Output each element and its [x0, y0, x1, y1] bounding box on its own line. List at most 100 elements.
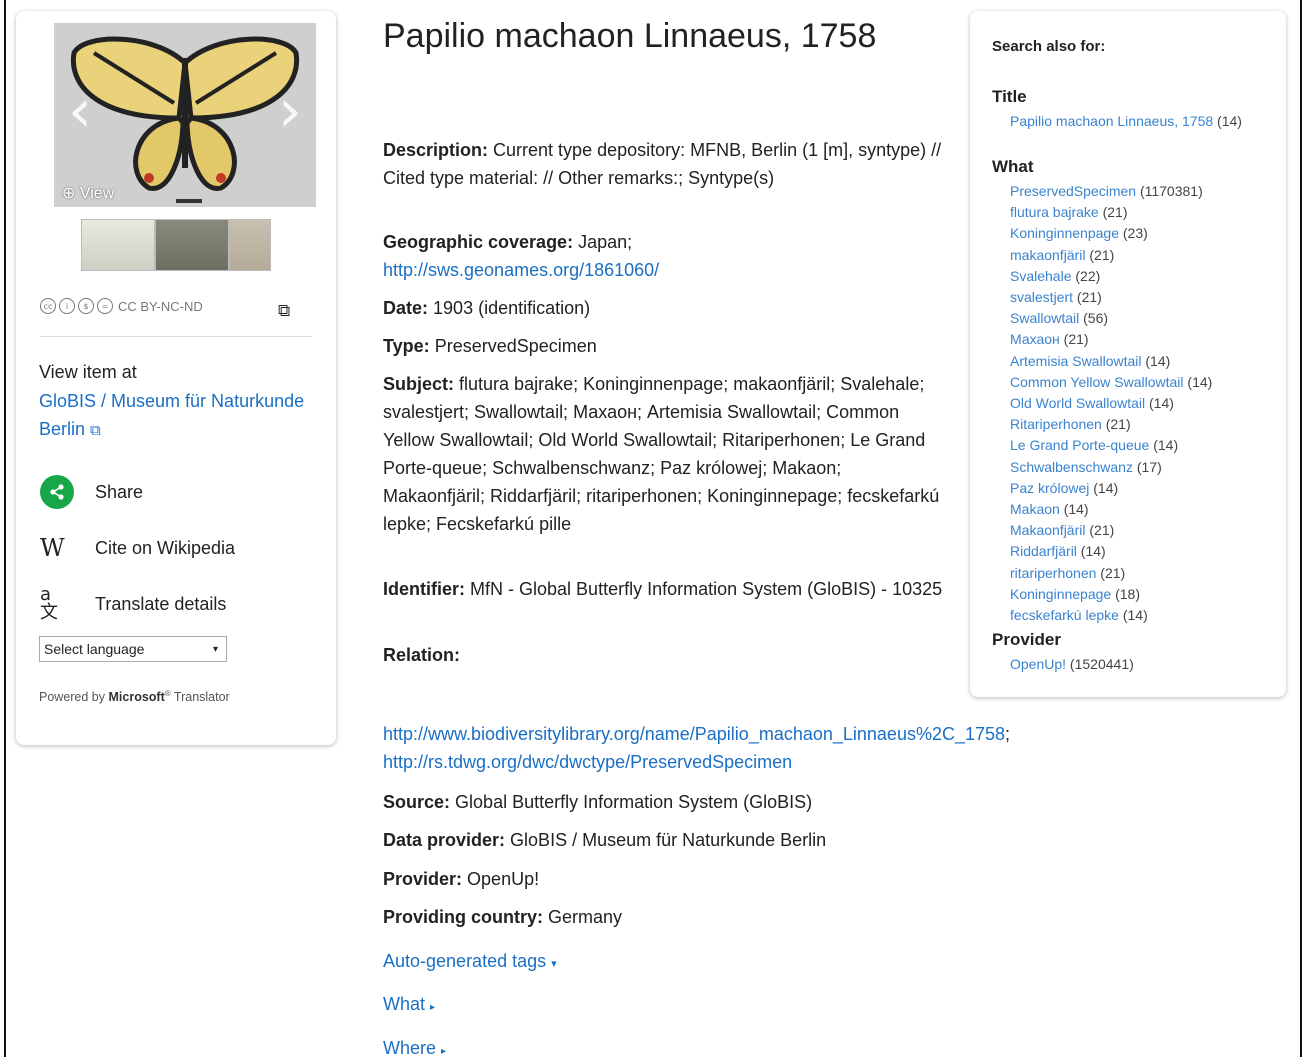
search-also-link[interactable]: Artemisia Swallowtail: [1010, 353, 1141, 369]
field-identifier: Identifier: MfN - Global Butterfly Infor…: [383, 575, 948, 603]
search-also-link[interactable]: ritariperhonen: [1010, 565, 1096, 581]
field-subject: Subject: flutura bajrake; Koninginnenpag…: [383, 370, 948, 538]
cite-label: Cite on Wikipedia: [95, 537, 236, 558]
external-link-icon[interactable]: ⧉: [278, 301, 290, 321]
translate-details-button[interactable]: a文 Translate details: [40, 586, 226, 622]
search-also-item: Common Yellow Swallowtail (14): [1010, 372, 1280, 393]
auto-tags-label: Auto-generated tags: [383, 951, 547, 971]
search-also-link[interactable]: Common Yellow Swallowtail: [1010, 374, 1184, 390]
search-also-count: (14): [1183, 373, 1213, 390]
provider-value: OpenUp!: [467, 869, 540, 889]
view-image-label[interactable]: ⊕ View: [62, 183, 114, 203]
date-label: Date:: [383, 298, 429, 318]
translate-label: Translate details: [95, 593, 227, 614]
relation-separator: ;: [1005, 724, 1011, 744]
search-also-count: (1170381): [1136, 183, 1203, 199]
geographic-value: Japan;: [578, 232, 633, 252]
search-also-item: Koninginnenpage (23): [1010, 223, 1280, 244]
search-also-item: flutura bajrake (21): [1010, 202, 1280, 223]
search-also-link[interactable]: Le Grand Porte-queue: [1010, 437, 1149, 453]
search-also-item: makaonfjäril (21): [1010, 245, 1280, 266]
search-also-link[interactable]: Makaonfjäril: [1010, 522, 1085, 538]
search-also-link[interactable]: Koninginnepage: [1010, 586, 1111, 602]
where-toggle[interactable]: Where ▸: [383, 1038, 446, 1059]
provider-label: Provider:: [383, 869, 463, 889]
search-also-item: Koninginnepage (18): [1010, 584, 1280, 605]
what-toggle-label: What: [383, 994, 426, 1014]
search-also-panel: Search also for: Title Papilio machaon L…: [970, 11, 1286, 697]
caret-right-icon: ▸: [430, 1002, 436, 1013]
search-also-item: Svalehale (22): [1010, 266, 1280, 287]
thumbnail-2[interactable]: [155, 219, 229, 271]
search-also-item: fecskefarkú lepke (14): [1010, 605, 1280, 626]
search-also-link[interactable]: Paz królowej: [1010, 480, 1089, 496]
what-toggle[interactable]: What ▸: [383, 994, 435, 1015]
search-also-item: PreservedSpecimen (1170381): [1010, 181, 1280, 202]
by-icon: i: [59, 298, 75, 314]
search-also-link[interactable]: Old World Swallowtail: [1010, 395, 1145, 411]
view-item-link[interactable]: GloBIS / Museum für Naturkunde Berlin ⧉: [39, 387, 315, 444]
search-also-item: Swallowtail (56): [1010, 308, 1280, 329]
field-provider: Provider: OpenUp!: [383, 865, 948, 893]
language-select-value: Select language: [44, 641, 145, 657]
search-also-count: (21): [1085, 246, 1115, 263]
search-also-link[interactable]: PreservedSpecimen: [1010, 183, 1136, 199]
subject-value: flutura bajrake; Koninginnenpage; makaon…: [383, 374, 940, 534]
page-title: Papilio machaon Linnaeus, 1758: [383, 17, 877, 55]
type-label: Type:: [383, 336, 430, 356]
carousel-next-icon[interactable]: ›: [278, 81, 302, 141]
search-also-link[interactable]: Schwalbenschwanz: [1010, 459, 1133, 475]
geonames-link[interactable]: http://sws.geonames.org/1861060/: [383, 260, 659, 280]
field-type: Type: PreservedSpecimen: [383, 332, 948, 360]
what-group-list: PreservedSpecimen (1170381) flutura bajra…: [1010, 181, 1280, 626]
field-geographic: Geographic coverage: Japan; http://sws.g…: [383, 228, 948, 284]
specimen-image[interactable]: ‹ › ⊕ View: [54, 23, 316, 207]
share-button[interactable]: Share: [40, 475, 143, 509]
share-label: Share: [95, 481, 144, 502]
search-also-count: (14): [1059, 501, 1089, 518]
search-also-link[interactable]: Махаон: [1010, 331, 1060, 347]
search-also-link[interactable]: OpenUp!: [1010, 656, 1066, 672]
search-also-link[interactable]: makaonfjäril: [1010, 247, 1085, 263]
search-also-item: Paz królowej (14): [1010, 478, 1280, 499]
data-provider-value: GloBIS / Museum für Naturkunde Berlin: [510, 830, 827, 850]
thumbnail-1[interactable]: [81, 219, 155, 271]
search-also-link[interactable]: flutura bajrake: [1010, 204, 1099, 220]
search-also-count: (21): [1096, 564, 1126, 581]
search-also-link[interactable]: Ritariperhonen: [1010, 416, 1102, 432]
search-also-link[interactable]: Swallowtail: [1010, 310, 1079, 326]
field-source: Source: Global Butterfly Information Sys…: [383, 788, 948, 816]
field-description: Description: Current type depository: MF…: [383, 136, 948, 192]
bhl-link[interactable]: http://www.biodiversitylibrary.org/name/…: [383, 724, 1005, 744]
subject-label: Subject:: [383, 374, 455, 394]
geographic-label: Geographic coverage:: [383, 232, 574, 252]
nc-icon: $: [78, 298, 94, 314]
carousel-prev-icon[interactable]: ‹: [68, 81, 92, 141]
search-also-link[interactable]: Svalehale: [1010, 268, 1072, 284]
license-badges[interactable]: cc i $ = CC BY-NC-ND: [40, 298, 203, 314]
search-also-link[interactable]: svalestjert: [1010, 289, 1073, 305]
divider: [40, 336, 312, 337]
search-also-link[interactable]: Makaon: [1010, 501, 1060, 517]
language-select[interactable]: Select language ▾: [39, 636, 227, 662]
wikipedia-icon: W: [40, 534, 65, 562]
thumbnail-3[interactable]: [229, 219, 271, 271]
search-also-count: (21): [1073, 289, 1102, 306]
translate-icon: a文: [40, 584, 58, 623]
butterfly-image: [54, 23, 316, 207]
dwctype-link[interactable]: http://rs.tdwg.org/dwc/dwctype/Preserved…: [383, 752, 792, 772]
search-also-link[interactable]: Koninginnenpage: [1010, 225, 1119, 241]
search-also-link[interactable]: Papilio machaon Linnaeus, 1758: [1010, 113, 1213, 129]
search-also-item: Le Grand Porte-queue (14): [1010, 435, 1280, 456]
search-also-link[interactable]: fecskefarkú lepke: [1010, 607, 1119, 623]
microsoft-brand: Microsoft: [108, 690, 165, 705]
search-also-item: Schwalbenschwanz (17): [1010, 457, 1280, 478]
auto-tags-toggle[interactable]: Auto-generated tags ▾: [383, 951, 557, 972]
cite-wikipedia-button[interactable]: W Cite on Wikipedia: [40, 534, 235, 562]
chevron-down-icon: ▾: [212, 643, 218, 655]
external-link-icon: ⧉: [90, 421, 101, 439]
search-also-count: (22): [1071, 267, 1101, 284]
search-also-item: Ritariperhonen (21): [1010, 414, 1280, 435]
powered-by: Powered by Microsoft® Translator: [39, 689, 230, 705]
search-also-link[interactable]: Riddarfjäril: [1010, 543, 1077, 559]
